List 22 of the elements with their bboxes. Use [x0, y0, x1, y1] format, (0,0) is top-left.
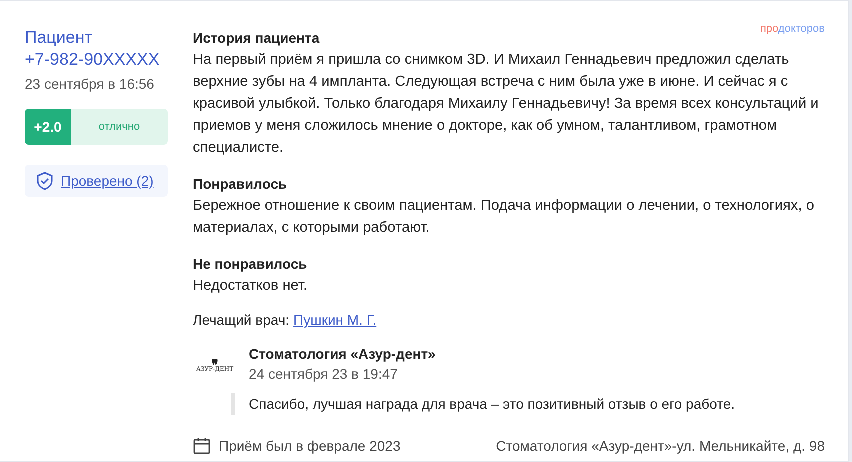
- rating-label: отлично: [98, 120, 142, 135]
- section-text: Бережное отношение к своим пациентам. Подача информации о лечении, о технологиях, о материалах, с которыми работают.: [193, 197, 816, 238]
- calendar-icon: [193, 437, 211, 455]
- section-text: На первый приём я пришла со снимком 3D. И Михаил Геннадьевич предложил сделать верхние зубы на 4 импланта. Следующая встреча с ним была уже в июне. И сейчас я с красивой улыбкой. Только благодаря Михаилу Геннадьевичу! За время всех консультаций и приемов у меня сложилось мнение о докторе, как об умном, талантливом, грамотном специалисте.: [193, 51, 820, 158]
- section-text: Недостатков нет.: [193, 277, 309, 296]
- reply-date: 24 сентября 23 в 19:47: [249, 365, 399, 384]
- review-date: 23 сентября в 16:56: [25, 75, 156, 94]
- author-name: Пациент: [25, 27, 94, 49]
- verified-link[interactable]: Проверено (2): [61, 173, 154, 189]
- reply-author: Стоматология «Азур-дент»: [249, 345, 437, 364]
- doctor-link[interactable]: Пушкин М. Г.: [294, 309, 377, 331]
- reply-text: Спасибо, лучшая награда для врача – это позитивный отзыв о его работе.: [231, 393, 736, 415]
- brand-logo: продокторов: [760, 23, 825, 35]
- author-phone: +7-982-90XXXXX: [25, 49, 161, 71]
- clinic-address: Стоматология «Азур-дент»-ул. Мельникайте, д. 98: [496, 438, 825, 454]
- section-title: Понравилось: [193, 175, 288, 194]
- shield-check-icon: [35, 171, 55, 191]
- rating-score: +2.0: [25, 109, 71, 145]
- section-title: Не понравилось: [193, 255, 308, 274]
- visit-date: Приём был в феврале 2023: [219, 438, 401, 454]
- doctor-label: Лечащий врач:: [193, 311, 290, 330]
- section-title: История пациента: [193, 29, 320, 48]
